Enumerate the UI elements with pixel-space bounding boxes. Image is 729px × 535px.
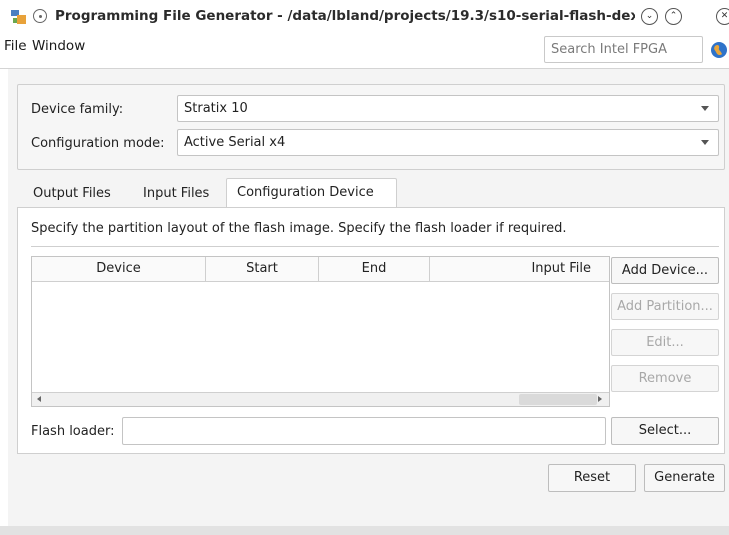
column-header-start[interactable]: Start (206, 257, 319, 282)
tab-configuration-device-label: Configuration Device (237, 185, 374, 200)
description-text: Specify the partition layout of the flas… (31, 221, 567, 236)
add-partition-label: Add Partition... (617, 299, 713, 314)
select-label: Select... (638, 423, 692, 438)
select-button[interactable]: Select... (611, 417, 719, 445)
chevron-down-icon (701, 140, 709, 145)
tab-input-files[interactable]: Input Files (133, 180, 219, 208)
menu-window-label: Window (32, 38, 86, 54)
programmer-icon (11, 10, 26, 24)
flash-loader-input[interactable] (122, 417, 606, 445)
generate-label: Generate (654, 470, 715, 485)
menu-file[interactable]: File (4, 38, 27, 54)
description-separator (31, 246, 719, 247)
configuration-mode-value: Active Serial x4 (184, 135, 286, 150)
flash-loader-label: Flash loader: (31, 424, 115, 439)
chevron-up-icon[interactable]: ⌃ (665, 8, 682, 25)
title-bar: Programming File Generator - /data/lblan… (0, 0, 729, 33)
menu-bar: File Window Search Intel FPGA (0, 33, 729, 69)
column-header-end[interactable]: End (319, 257, 430, 282)
search-placeholder: Search Intel FPGA (551, 42, 667, 57)
reset-button[interactable]: Reset (548, 464, 636, 492)
device-family-label: Device family: (31, 102, 124, 117)
scroll-right-icon[interactable] (598, 396, 602, 402)
window-menu-icon[interactable] (33, 9, 47, 23)
tab-configuration-device[interactable]: Configuration Device (226, 178, 397, 208)
search-input[interactable]: Search Intel FPGA (544, 36, 703, 63)
configuration-mode-label: Configuration mode: (31, 136, 165, 151)
tab-input-files-label: Input Files (143, 186, 210, 201)
tab-output-files[interactable]: Output Files (23, 180, 121, 208)
scroll-left-icon[interactable] (37, 396, 41, 402)
reset-label: Reset (573, 470, 611, 485)
tab-output-files-label: Output Files (33, 186, 111, 201)
horizontal-scrollbar[interactable] (32, 392, 609, 406)
scrollbar-thumb[interactable] (519, 394, 597, 405)
column-header-input-file[interactable]: Input File (430, 257, 609, 282)
column-header-device[interactable]: Device (32, 257, 206, 282)
close-icon[interactable]: ✕ (716, 8, 729, 25)
partition-table[interactable]: Device Start End Input File (31, 256, 610, 407)
add-device-button[interactable]: Add Device... (611, 257, 719, 284)
globe-icon[interactable] (710, 41, 728, 59)
remove-button[interactable]: Remove (611, 365, 719, 392)
chevron-down-icon[interactable]: ⌄ (641, 8, 658, 25)
bottom-edge (0, 526, 729, 535)
menu-file-label: File (4, 38, 27, 54)
add-device-label: Add Device... (621, 263, 709, 278)
edit-button[interactable]: Edit... (611, 329, 719, 356)
menu-window[interactable]: Window (32, 38, 85, 54)
add-partition-button[interactable]: Add Partition... (611, 293, 719, 320)
device-family-value: Stratix 10 (184, 101, 248, 116)
configuration-mode-select[interactable]: Active Serial x4 (177, 129, 719, 156)
table-header: Device Start End Input File (32, 257, 609, 282)
generate-button[interactable]: Generate (644, 464, 725, 492)
window-title: Programming File Generator - /data/lblan… (55, 8, 635, 24)
device-family-select[interactable]: Stratix 10 (177, 95, 719, 122)
remove-label: Remove (638, 371, 692, 386)
chevron-down-icon (701, 106, 709, 111)
edit-label: Edit... (646, 335, 684, 350)
